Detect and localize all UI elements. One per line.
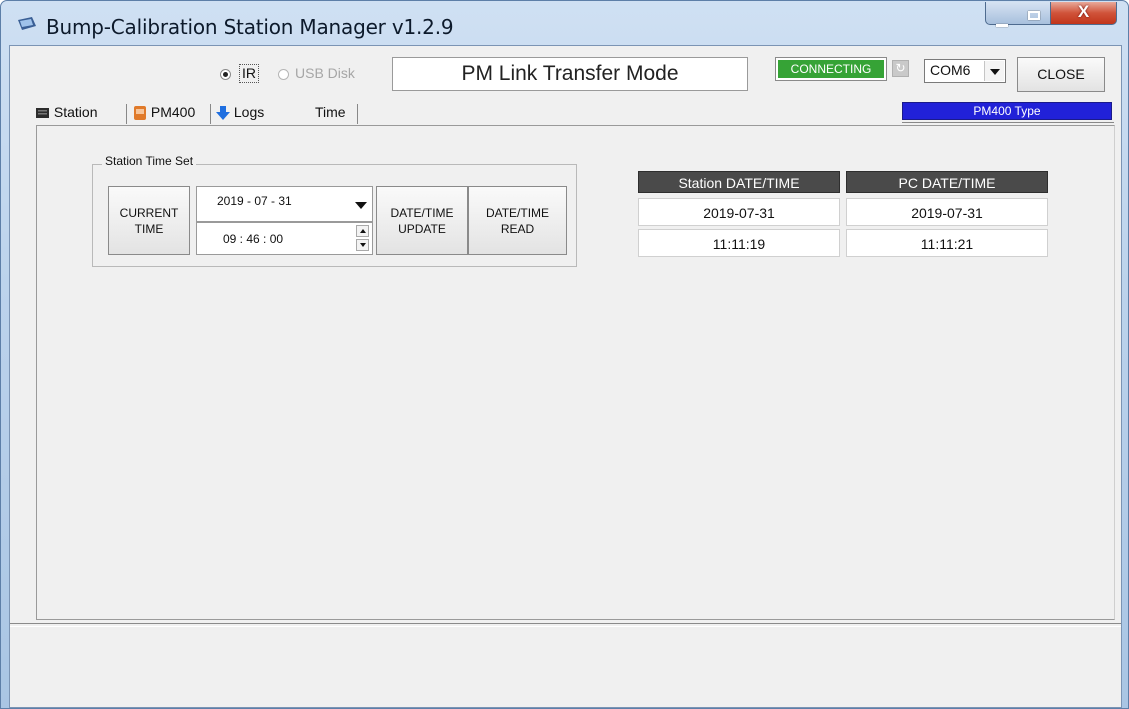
tab-divider — [210, 104, 211, 124]
date-time-read-button[interactable]: DATE/TIME READ — [468, 186, 567, 255]
status-divider — [10, 623, 1121, 627]
window-title: Bump-Calibration Station Manager v1.2.9 — [46, 15, 454, 39]
minimize-button[interactable] — [985, 2, 1018, 27]
pc-date-cell: 2019-07-31 — [846, 198, 1048, 226]
close-connection-button[interactable]: CLOSE — [1017, 57, 1105, 92]
spin-down-icon[interactable] — [356, 239, 369, 251]
pc-datetime-header: PC DATE/TIME — [846, 171, 1048, 193]
ir-radio-label[interactable]: IR — [239, 64, 259, 83]
spin-up-icon[interactable] — [356, 225, 369, 237]
station-date-cell: 2019-07-31 — [638, 198, 840, 226]
time-value: 09 : 46 : 00 — [223, 232, 284, 246]
tab-divider — [357, 104, 358, 124]
tab-logs[interactable]: Logs — [216, 104, 264, 126]
refresh-icon[interactable]: ↻ — [892, 60, 909, 77]
date-time-update-button[interactable]: DATE/TIME UPDATE — [376, 186, 468, 255]
download-arrow-icon — [216, 106, 230, 121]
tab-pm400-label: PM400 — [150, 104, 196, 120]
tab-pm400[interactable]: PM400 — [134, 104, 195, 126]
pc-time-cell: 11:11:21 — [846, 229, 1048, 257]
app-window: Bump-Calibration Station Manager v1.2.9 … — [0, 0, 1129, 709]
maximize-button[interactable] — [1017, 2, 1051, 25]
group-title: Station Time Set — [102, 154, 197, 168]
app-icon — [18, 17, 36, 30]
date-value: 2019 - 07 - 31 — [217, 194, 292, 208]
connection-status-badge: CONNECTING — [775, 57, 887, 81]
current-time-button[interactable]: CURRENT TIME — [108, 186, 190, 255]
tab-logs-label: Logs — [233, 104, 265, 120]
minimize-icon — [986, 14, 1017, 32]
time-picker[interactable]: 09 : 46 : 00 — [196, 222, 373, 255]
ir-radio[interactable] — [220, 69, 231, 80]
tab-divider — [126, 104, 127, 124]
date-picker[interactable]: 2019 - 07 - 31 — [196, 186, 373, 222]
client-area: IR USB Disk PM Link Transfer Mode CONNEC… — [9, 45, 1122, 708]
station-time-cell: 11:11:19 — [638, 229, 840, 257]
chevron-down-icon[interactable] — [984, 61, 1004, 81]
device-type-badge: PM400 Type — [902, 102, 1112, 120]
pm400-icon — [134, 106, 146, 121]
com-port-select[interactable]: COM6 — [924, 59, 1006, 83]
station-icon — [36, 108, 49, 119]
close-icon: X — [1077, 2, 1090, 21]
station-datetime-header: Station DATE/TIME — [638, 171, 840, 193]
usb-disk-radio-label[interactable]: USB Disk — [295, 65, 355, 81]
window-close-button[interactable]: X — [1051, 2, 1117, 25]
usb-disk-radio[interactable] — [278, 69, 289, 80]
tab-station-label: Station — [53, 104, 98, 120]
tab-station[interactable]: Station — [36, 104, 97, 126]
title-bar[interactable]: Bump-Calibration Station Manager v1.2.9 … — [1, 1, 1128, 45]
connection-status-text: CONNECTING — [778, 60, 884, 78]
divider — [902, 122, 1114, 123]
com-port-value: COM6 — [930, 62, 971, 78]
maximize-icon — [1017, 7, 1050, 25]
chevron-down-icon[interactable] — [352, 195, 369, 213]
transfer-mode-display: PM Link Transfer Mode — [392, 57, 748, 91]
tab-time[interactable]: Time — [315, 104, 346, 126]
tab-time-label: Time — [315, 104, 346, 120]
